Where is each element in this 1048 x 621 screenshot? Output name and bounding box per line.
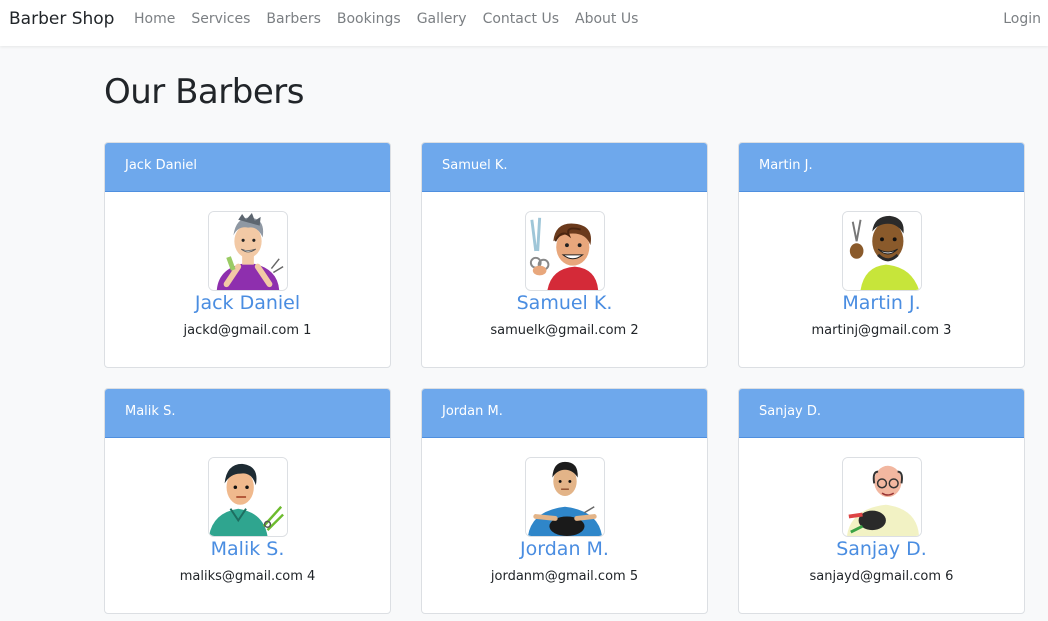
barber-card-header: Samuel K.	[422, 143, 707, 192]
nav-link-barbers[interactable]: Barbers	[266, 11, 321, 27]
barber-email: samuelk@gmail.com 2	[490, 323, 639, 338]
barber-card: Martin J. Martin J. martinj@gmail.com 3	[738, 142, 1025, 368]
brand-link[interactable]: Barber Shop	[9, 9, 114, 29]
login-link[interactable]: Login	[1003, 11, 1041, 27]
barber-avatar-image	[841, 457, 922, 537]
barber-card: Sanjay D. Sanjay D. sanjayd@gmail.com 6	[738, 388, 1025, 614]
barber-email: maliks@gmail.com 4	[179, 569, 316, 584]
barber-avatar-image	[841, 211, 922, 291]
barber-card: Malik S. Malik S. maliks@gmail.com 4	[104, 388, 391, 614]
page-title: Our Barbers	[104, 72, 304, 112]
nav-links: Home Services Barbers Bookings Gallery C…	[134, 11, 638, 27]
barber-name-link[interactable]: Jack Daniel	[195, 291, 300, 315]
nav-link-about-us[interactable]: About Us	[575, 11, 638, 27]
barber-name-link[interactable]: Martin J.	[842, 291, 920, 315]
nav-link-bookings[interactable]: Bookings	[337, 11, 401, 27]
barber-email: martinj@gmail.com 3	[811, 323, 952, 338]
barber-card-body: Martin J. martinj@gmail.com 3	[739, 192, 1024, 338]
barber-name-link[interactable]: Sanjay D.	[836, 537, 927, 561]
barber-card-header: Martin J.	[739, 143, 1024, 192]
nav-link-gallery[interactable]: Gallery	[417, 11, 467, 27]
barber-card-grid: Jack Daniel Jack Daniel jackd@gmail.com …	[104, 142, 1025, 614]
barber-email: sanjayd@gmail.com 6	[809, 569, 954, 584]
barber-email: jordanm@gmail.com 5	[490, 569, 639, 584]
barber-card: Jordan M. Jordan M. jordanm@gmail.com 5	[421, 388, 708, 614]
barber-card-body: Malik S. maliks@gmail.com 4	[105, 438, 390, 584]
barber-avatar-image	[524, 457, 605, 537]
barber-avatar-image	[207, 457, 288, 537]
barber-card-body: Jordan M. jordanm@gmail.com 5	[422, 438, 707, 584]
barber-name-link[interactable]: Malik S.	[211, 537, 285, 561]
barber-card-body: Samuel K. samuelk@gmail.com 2	[422, 192, 707, 338]
barber-card-header: Jack Daniel	[105, 143, 390, 192]
barber-card-body: Jack Daniel jackd@gmail.com 1	[105, 192, 390, 338]
barber-name-link[interactable]: Jordan M.	[520, 537, 609, 561]
nav-link-home[interactable]: Home	[134, 11, 175, 27]
barber-email: jackd@gmail.com 1	[183, 323, 312, 338]
barber-card: Samuel K. Samuel K. samuelk@gmail.com 2	[421, 142, 708, 368]
nav-link-services[interactable]: Services	[191, 11, 250, 27]
barber-card-header: Jordan M.	[422, 389, 707, 438]
barber-card-header: Malik S.	[105, 389, 390, 438]
barber-card: Jack Daniel Jack Daniel jackd@gmail.com …	[104, 142, 391, 368]
top-navbar: Barber Shop Home Services Barbers Bookin…	[0, 0, 1048, 46]
nav-link-contact-us[interactable]: Contact Us	[483, 11, 559, 27]
barber-card-header: Sanjay D.	[739, 389, 1024, 438]
barber-name-link[interactable]: Samuel K.	[517, 291, 613, 315]
barber-card-body: Sanjay D. sanjayd@gmail.com 6	[739, 438, 1024, 584]
barber-avatar-image	[207, 211, 288, 291]
barber-avatar-image	[524, 211, 605, 291]
